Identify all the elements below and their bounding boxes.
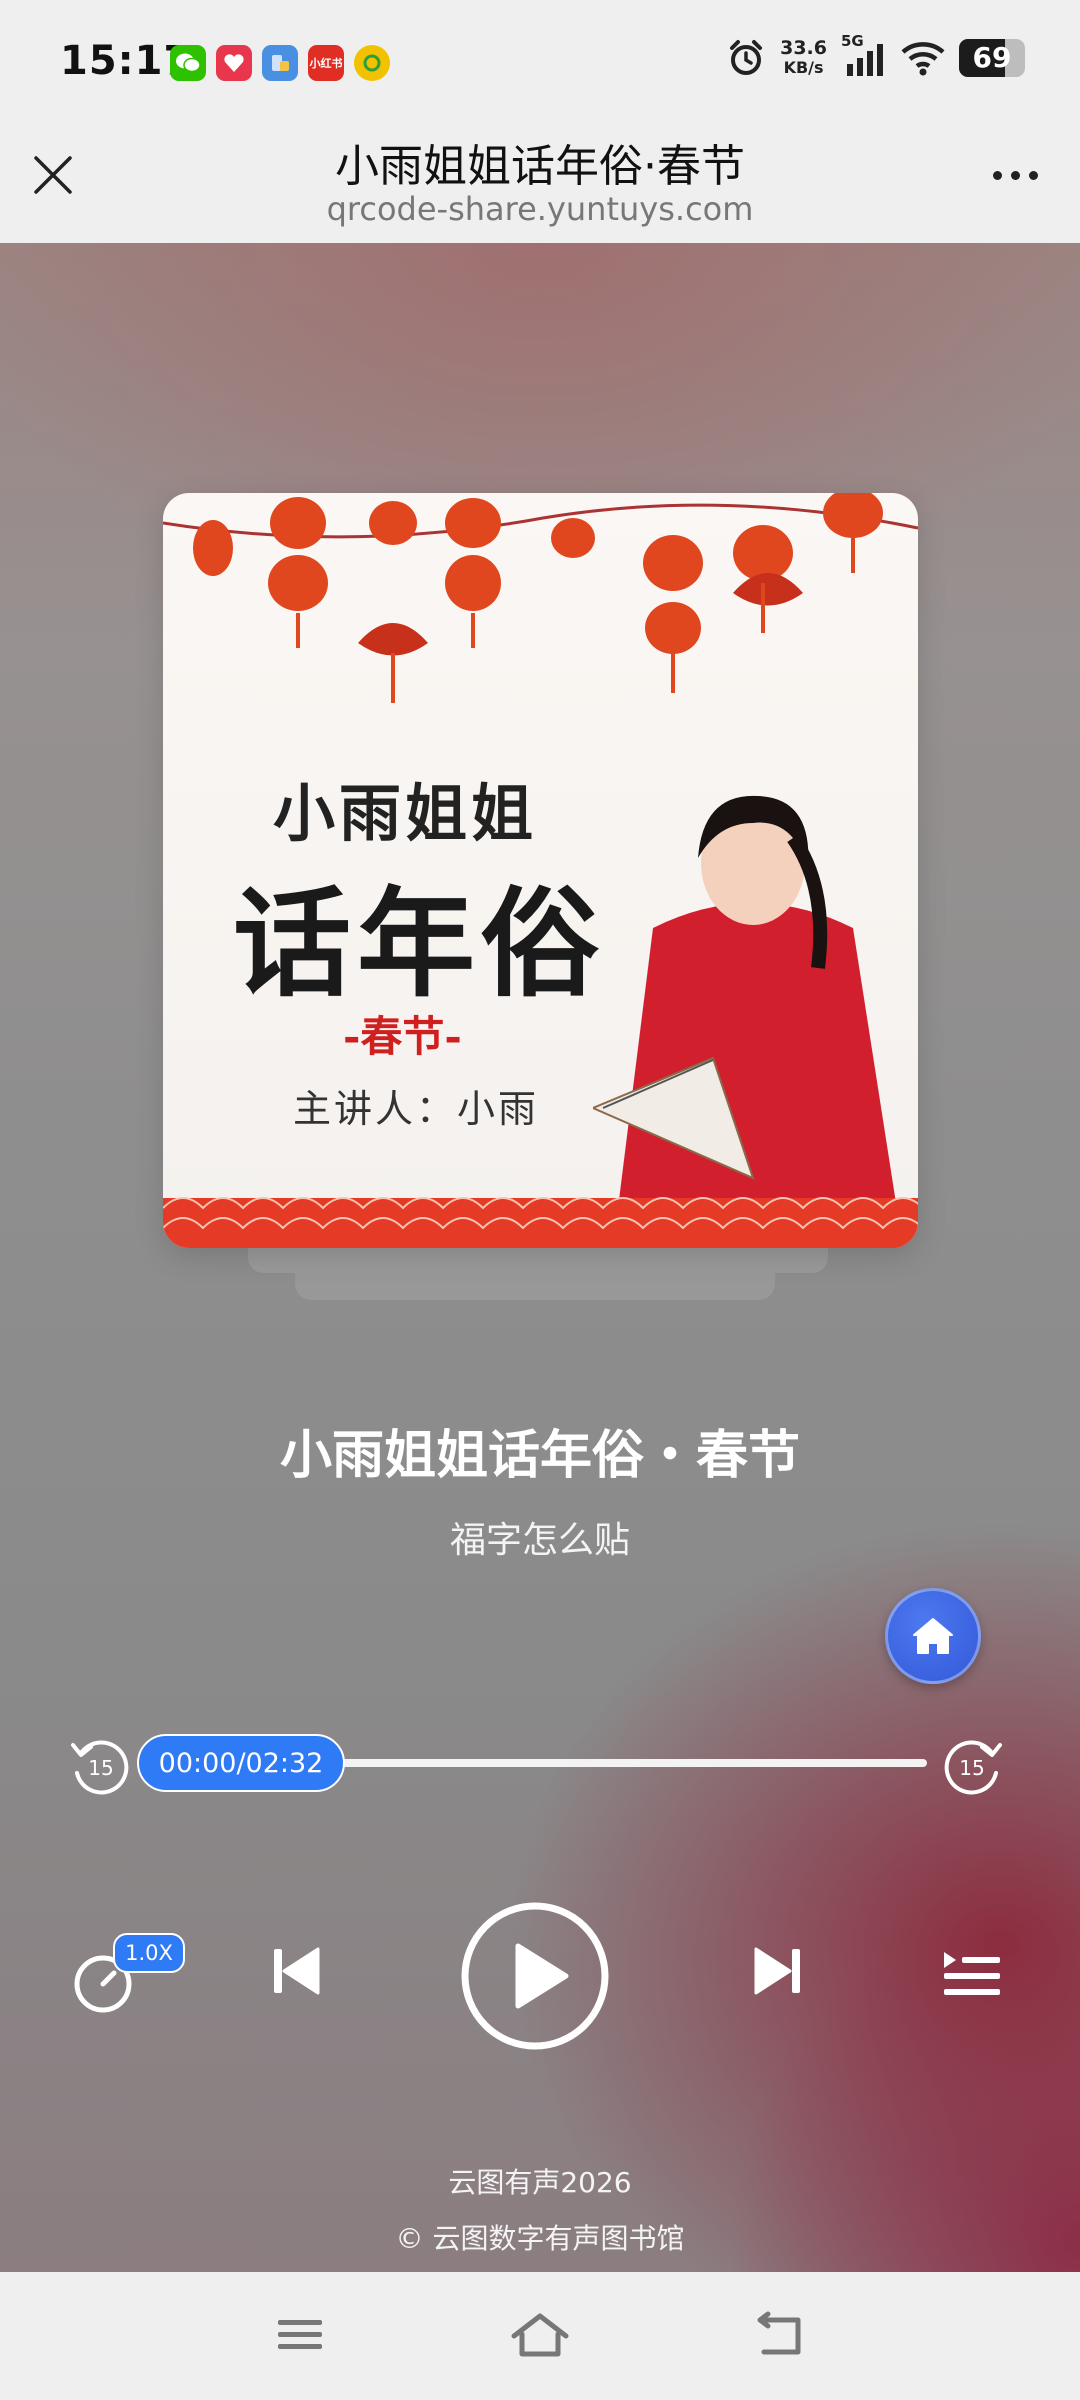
back-button[interactable]: [750, 2310, 810, 2360]
system-navigation-bar: [0, 2272, 1080, 2400]
menu-button[interactable]: [270, 2310, 330, 2360]
playlist-button[interactable]: [940, 1948, 1004, 2004]
speed-badge[interactable]: 1.0X: [113, 1933, 185, 1973]
app-yellow-icon: [354, 45, 390, 81]
footer-brand: 云图有声2026: [448, 2166, 632, 2199]
next-track-button[interactable]: [750, 1943, 806, 1999]
battery-indicator: 69: [959, 39, 1025, 77]
more-dot-icon: [1028, 170, 1038, 180]
more-options-button[interactable]: [980, 160, 1050, 190]
network-speed-value: 33.6: [780, 37, 827, 59]
play-icon: [461, 1902, 609, 2050]
signal-bars-icon: [847, 44, 883, 76]
player-area: 小雨姐姐 话年俗 -春节- 主讲人：小雨 小雨姐姐话年俗・春节 福字怎么贴 15…: [0, 243, 1080, 2272]
playlist-icon: [944, 1952, 1000, 1995]
notification-icons: 小红书: [170, 45, 390, 81]
wifi-icon: [901, 42, 945, 76]
skip-forward-button[interactable]: 15: [940, 1733, 1006, 1799]
home-icon: [913, 1618, 953, 1654]
skip-back-button[interactable]: 15: [67, 1733, 133, 1799]
app-red-icon: [216, 45, 252, 81]
more-dot-icon: [1010, 170, 1020, 180]
status-indicators: 33.6 KB/s 5G 69: [726, 32, 1025, 78]
network-speed: 33.6 KB/s: [780, 38, 827, 78]
track-subtitle: 福字怎么贴: [449, 1520, 630, 1561]
forward-15-icon: 15: [944, 1740, 1002, 1795]
cellular-signal: 5G: [841, 32, 887, 78]
track-title: 小雨姐姐话年俗・春节: [279, 1426, 800, 1486]
wechat-icon: [170, 45, 206, 81]
skip-forward-seconds: 15: [959, 1756, 984, 1780]
footer-copyright: © 云图数字有声图书馆: [395, 2222, 685, 2255]
progress-handle[interactable]: 00:00/02:32: [137, 1734, 345, 1792]
album-cover: 小雨姐姐 话年俗 -春节- 主讲人：小雨: [163, 493, 918, 1248]
battery-level: 69: [972, 41, 1012, 74]
cover-stack-shadow: [295, 1273, 775, 1300]
rewind-15-icon: 15: [71, 1740, 129, 1795]
app-blue-icon: [262, 45, 298, 81]
page-url: qrcode-share.yuntuys.com: [326, 190, 754, 228]
play-button[interactable]: [460, 1901, 610, 2051]
waves-decoration: [163, 1197, 918, 1248]
home-button[interactable]: [510, 2310, 570, 2360]
home-floating-button[interactable]: [885, 1588, 981, 1684]
cover-title-line3: -春节-: [343, 1012, 462, 1061]
cover-speaker: 主讲人：小雨: [293, 1087, 540, 1131]
xiaohongshu-icon: 小红书: [308, 45, 344, 81]
lanterns-decoration: [163, 493, 918, 703]
alarm-icon: [730, 40, 763, 75]
next-icon: [754, 1947, 800, 1995]
more-dot-icon: [992, 170, 1002, 180]
cover-title-line1: 小雨姐姐: [273, 777, 538, 850]
previous-icon: [274, 1947, 320, 1995]
skip-back-seconds: 15: [88, 1756, 113, 1780]
cover-title-line2: 话年俗: [233, 874, 606, 1013]
network-speed-unit: KB/s: [783, 58, 824, 77]
previous-track-button[interactable]: [268, 1943, 324, 1999]
page-title: 小雨姐姐话年俗·春节: [335, 141, 745, 192]
top-bar: 15:17 小红书 33.6 KB/s 5G 69 小雨姐姐话年俗·春节 qrc…: [0, 0, 1080, 243]
